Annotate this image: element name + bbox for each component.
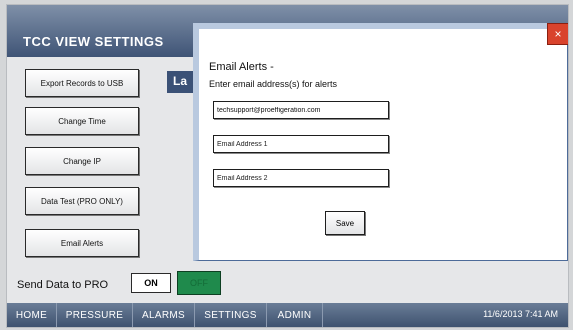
email-alerts-dialog: × Email Alerts - Enter email address(s) … <box>193 23 568 261</box>
tcc-screen: TCC VIEW SETTINGS Export Records to USB … <box>6 4 569 328</box>
email-field-1[interactable] <box>213 135 389 153</box>
email-field-primary[interactable] <box>213 101 389 119</box>
bottom-nav-bar: HOME PRESSURE ALARMS SETTINGS ADMIN 11/6… <box>7 303 568 327</box>
export-records-button[interactable]: Export Records to USB <box>25 69 139 97</box>
save-button[interactable]: Save <box>325 211 365 235</box>
dialog-subtitle: Enter email address(s) for alerts <box>209 79 338 89</box>
change-time-button[interactable]: Change Time <box>25 107 139 135</box>
dialog-title: Email Alerts - <box>209 61 274 73</box>
nav-settings[interactable]: SETTINGS <box>195 303 267 327</box>
change-ip-button[interactable]: Change IP <box>25 147 139 175</box>
nav-admin[interactable]: ADMIN <box>267 303 323 327</box>
data-test-button[interactable]: Data Test (PRO ONLY) <box>25 187 139 215</box>
page-title: TCC VIEW SETTINGS <box>23 34 164 49</box>
send-data-off-button[interactable]: OFF <box>177 271 221 295</box>
send-data-on-button[interactable]: ON <box>131 273 171 293</box>
email-field-2[interactable] <box>213 169 389 187</box>
date-time-display: 11/6/2013 7:41 AM <box>483 309 558 319</box>
nav-home[interactable]: HOME <box>7 303 57 327</box>
email-alerts-button[interactable]: Email Alerts <box>25 229 139 257</box>
send-data-label: Send Data to PRO <box>17 279 109 291</box>
nav-pressure[interactable]: PRESSURE <box>57 303 133 327</box>
nav-alarms[interactable]: ALARMS <box>133 303 195 327</box>
close-icon[interactable]: × <box>547 23 568 45</box>
